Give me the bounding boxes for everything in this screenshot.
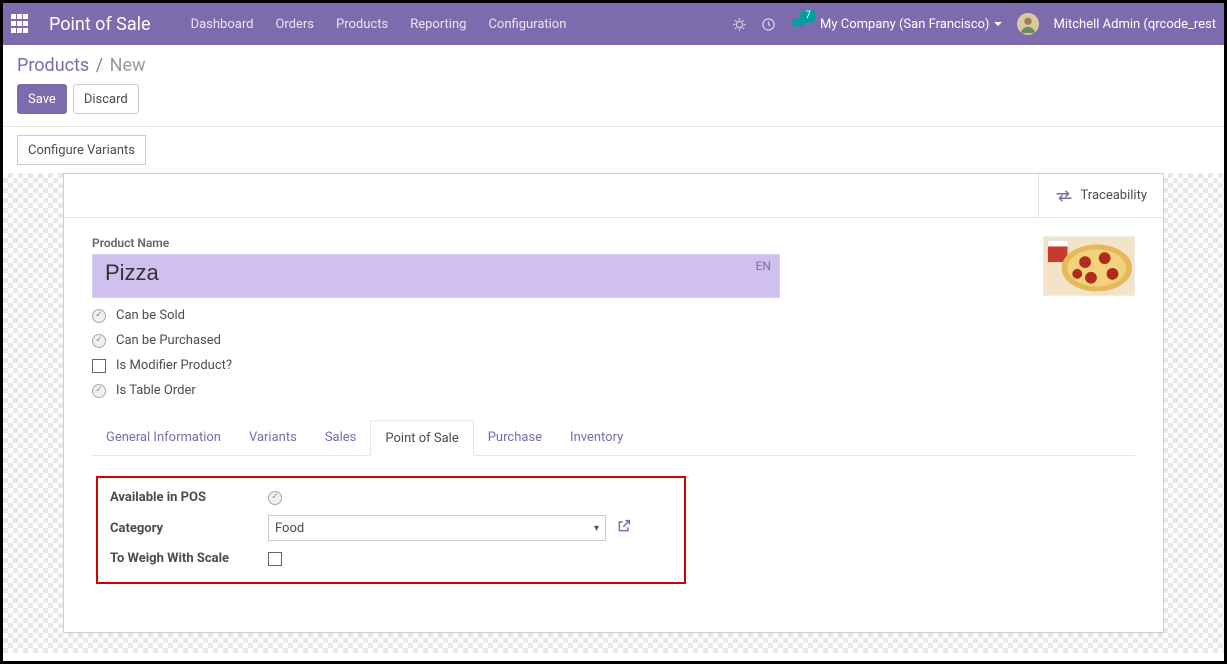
external-link-icon[interactable]: [616, 518, 632, 538]
activities-icon[interactable]: [761, 17, 776, 32]
product-name-field[interactable]: EN: [92, 254, 780, 298]
configure-variants-button[interactable]: Configure Variants: [17, 135, 146, 165]
tab-page-pos: Available in POS Category Food ▾: [92, 456, 1135, 604]
sheet-background: Traceability Product Name EN Can be Sold: [3, 173, 1224, 653]
available-in-pos-checkbox[interactable]: [268, 491, 282, 505]
menu-reporting[interactable]: Reporting: [410, 17, 466, 32]
traceability-button[interactable]: Traceability: [1038, 174, 1163, 217]
product-image[interactable]: [1043, 236, 1135, 296]
discard-button[interactable]: Discard: [73, 84, 139, 114]
lang-tag[interactable]: EN: [756, 259, 771, 273]
form-sheet: Traceability Product Name EN Can be Sold: [63, 173, 1164, 633]
debug-icon[interactable]: [732, 17, 747, 32]
product-name-input[interactable]: [103, 259, 739, 287]
breadcrumb-sep: /: [96, 55, 103, 76]
is-table-order-checkbox[interactable]: [92, 384, 106, 398]
traceability-label: Traceability: [1081, 188, 1147, 203]
is-modifier-checkbox[interactable]: [92, 359, 106, 373]
can-be-purchased-label: Can be Purchased: [116, 333, 221, 348]
breadcrumb-current: New: [110, 55, 146, 76]
category-select[interactable]: Food ▾: [268, 515, 606, 541]
discuss-badge: 7: [800, 9, 816, 23]
avatar[interactable]: [1017, 13, 1039, 35]
can-be-sold-checkbox[interactable]: [92, 309, 106, 323]
is-modifier-label: Is Modifier Product?: [116, 358, 232, 373]
to-weigh-label: To Weigh With Scale: [110, 551, 268, 566]
save-button[interactable]: Save: [17, 84, 67, 114]
control-panel: Products / New Save Discard: [3, 45, 1224, 127]
can-be-sold-label: Can be Sold: [116, 308, 185, 323]
user-name[interactable]: Mitchell Admin (qrcode_rest: [1053, 17, 1216, 32]
chevron-down-icon: ▾: [594, 523, 599, 534]
button-box: Traceability: [64, 174, 1163, 218]
category-label: Category: [110, 521, 268, 536]
main-menu: Dashboard Orders Products Reporting Conf…: [191, 17, 567, 32]
tab-inventory[interactable]: Inventory: [556, 420, 637, 455]
notebook-tabs: General Information Variants Sales Point…: [92, 420, 1135, 456]
menu-configuration[interactable]: Configuration: [488, 17, 566, 32]
available-in-pos-label: Available in POS: [110, 490, 268, 505]
tab-pos[interactable]: Point of Sale: [370, 420, 473, 456]
tab-variants[interactable]: Variants: [235, 420, 311, 455]
apps-icon[interactable]: [11, 14, 31, 34]
tab-sales[interactable]: Sales: [311, 420, 371, 455]
can-be-purchased-checkbox[interactable]: [92, 334, 106, 348]
menu-products[interactable]: Products: [336, 17, 388, 32]
app-title: Point of Sale: [49, 14, 151, 35]
tab-general[interactable]: General Information: [92, 420, 235, 455]
menu-orders[interactable]: Orders: [275, 17, 314, 32]
action-row: Configure Variants: [3, 127, 1224, 165]
to-weigh-checkbox[interactable]: [268, 552, 282, 566]
menu-dashboard[interactable]: Dashboard: [191, 17, 254, 32]
tab-purchase[interactable]: Purchase: [474, 420, 556, 455]
company-switcher[interactable]: My Company (San Francisco): [820, 17, 1003, 32]
pos-highlight-box: Available in POS Category Food ▾: [96, 476, 686, 584]
top-navbar: Point of Sale Dashboard Orders Products …: [3, 3, 1224, 45]
is-table-order-label: Is Table Order: [116, 383, 196, 398]
discuss-icon[interactable]: 7: [790, 16, 806, 32]
product-name-label: Product Name: [92, 236, 1023, 250]
category-value: Food: [275, 521, 304, 536]
breadcrumb: Products / New: [17, 55, 1210, 76]
breadcrumb-root[interactable]: Products: [17, 55, 89, 76]
